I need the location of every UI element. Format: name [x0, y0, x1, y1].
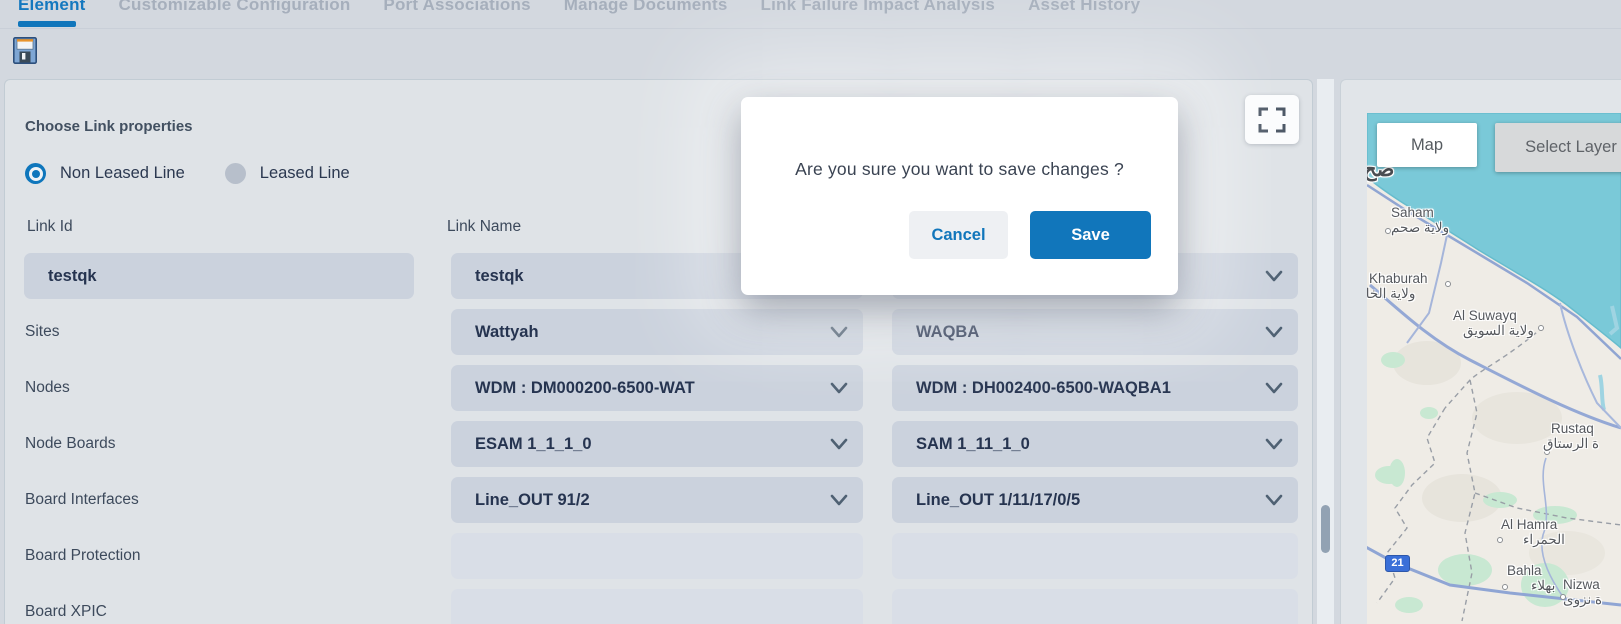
- scrollbar-thumb[interactable]: [1321, 505, 1330, 553]
- row-label-board-xpic: Board XPIC: [25, 589, 107, 624]
- section-title: Choose Link properties: [25, 118, 193, 135]
- toolbar: [0, 29, 1621, 79]
- chevron-down-icon: [829, 380, 849, 396]
- map-label-en: Saham: [1391, 205, 1434, 220]
- town-marker-al-suwayq: [1538, 325, 1544, 331]
- radio-label-non-leased: Non Leased Line: [60, 164, 185, 183]
- map-label-en: Nizwa: [1563, 577, 1600, 592]
- map-label-en: Khaburah: [1367, 271, 1428, 286]
- map-label-ar: ولاية صحم: [1391, 220, 1449, 236]
- chevron-down-icon: [1264, 324, 1284, 340]
- board-interfaces-dropdown-a[interactable]: Line_OUT 91/2: [451, 477, 863, 523]
- row-label-board-interfaces: Board Interfaces: [25, 477, 139, 523]
- board-interfaces-dropdown-b[interactable]: Line_OUT 1/11/17/0/5: [892, 477, 1298, 523]
- save-button[interactable]: Save: [1030, 211, 1151, 259]
- chevron-down-icon: [1264, 268, 1284, 284]
- tab-port-associations[interactable]: Port Associations: [383, 0, 530, 23]
- select-layer-button[interactable]: Select Layer: [1495, 123, 1621, 172]
- chevron-down-icon: [1264, 492, 1284, 508]
- map-label-ar: ة الرستاق: [1543, 436, 1599, 452]
- map-label-bahla: Bahla بهلاء: [1507, 563, 1555, 594]
- node-boards-dropdown-a[interactable]: ESAM 1_1_1_0: [451, 421, 863, 467]
- map-label-al-hamra: Al Hamra الحمراء: [1501, 517, 1565, 548]
- dialog-buttons: Cancel Save: [909, 211, 1151, 259]
- save-icon[interactable]: [13, 37, 37, 64]
- chevron-down-icon: [829, 492, 849, 508]
- map-label-en: Bahla: [1507, 563, 1542, 578]
- node-boards-value-a: ESAM 1_1_1_0: [475, 435, 592, 453]
- chevron-down-icon: [1264, 380, 1284, 396]
- map-label-khaburah: Khaburah ولاية الخابو: [1367, 271, 1428, 302]
- dialog-message: Are you sure you want to save changes ?: [741, 159, 1178, 180]
- map-graphic: [1367, 113, 1621, 624]
- link-type-radio-group: Non Leased Line Leased Line: [25, 163, 376, 184]
- map-label-en: Al Hamra: [1501, 517, 1557, 532]
- radio-label-leased: Leased Line: [260, 164, 350, 183]
- map-label-saham: Saham ولاية صحم: [1391, 205, 1449, 236]
- map-label-ar: الحمراء: [1501, 532, 1565, 548]
- link-name-label: Link Name: [447, 218, 521, 236]
- map-label-ar: ولاية الخابو: [1367, 286, 1428, 302]
- row-label-board-protection: Board Protection: [25, 533, 140, 579]
- save-confirmation-dialog: Are you sure you want to save changes ? …: [741, 97, 1178, 295]
- tab-element[interactable]: Element: [18, 0, 86, 23]
- row-label-sites: Sites: [25, 309, 59, 355]
- tab-asset-history[interactable]: Asset History: [1028, 0, 1140, 23]
- sites-dropdown-a[interactable]: Wattyah: [451, 309, 863, 355]
- chevron-down-icon: [1264, 436, 1284, 452]
- tab-link-failure-impact-analysis[interactable]: Link Failure Impact Analysis: [761, 0, 996, 23]
- chevron-down-icon: [829, 324, 849, 340]
- link-id-label: Link Id: [27, 218, 73, 236]
- board-interfaces-value-b: Line_OUT 1/11/17/0/5: [916, 491, 1080, 509]
- node-boards-value-b: SAM 1_11_1_0: [916, 435, 1030, 453]
- chevron-down-icon: [829, 436, 849, 452]
- sites-dropdown-b[interactable]: WAQBA: [892, 309, 1298, 355]
- row-label-node-boards: Node Boards: [25, 421, 115, 467]
- board-xpic-field-b[interactable]: [892, 589, 1298, 624]
- link-id-input[interactable]: testqk: [24, 253, 414, 299]
- map-label-al-suwayq: Al Suwayq ولاية السويق: [1453, 308, 1534, 339]
- tab-manage-documents[interactable]: Manage Documents: [564, 0, 728, 23]
- town-marker-khaburah: [1445, 281, 1451, 287]
- radio-non-leased-line[interactable]: [25, 163, 46, 184]
- active-tab-underline: [18, 21, 76, 27]
- tab-customizable-configuration[interactable]: Customizable Configuration: [119, 0, 351, 23]
- route-badge-21: 21: [1385, 555, 1410, 572]
- fullscreen-icon: [1258, 107, 1286, 133]
- map-label-ar: ة نزوى: [1563, 592, 1602, 608]
- board-xpic-field-a[interactable]: [451, 589, 863, 624]
- board-interfaces-value-a: Line_OUT 91/2: [475, 491, 590, 509]
- map-view[interactable]: Map Select Layer صح Saham ولاية صحم Khab…: [1367, 113, 1621, 624]
- sites-value-a: Wattyah: [475, 323, 539, 341]
- node-boards-dropdown-b[interactable]: SAM 1_11_1_0: [892, 421, 1298, 467]
- board-protection-field-a[interactable]: [451, 533, 863, 579]
- map-type-button[interactable]: Map: [1377, 123, 1477, 167]
- map-label-en: Rustaq: [1543, 421, 1594, 436]
- map-label-nizwa: Nizwa ة نزوى: [1563, 577, 1602, 608]
- nodes-dropdown-a[interactable]: WDM : DM000200-6500-WAT: [451, 365, 863, 411]
- map-label-en: Al Suwayq: [1453, 308, 1517, 323]
- fullscreen-button[interactable]: [1245, 95, 1299, 144]
- map-label-ar: ولاية السويق: [1453, 323, 1534, 339]
- board-protection-field-b[interactable]: [892, 533, 1298, 579]
- row-label-nodes: Nodes: [25, 365, 70, 411]
- map-label-ar: بهلاء: [1507, 578, 1555, 594]
- nodes-dropdown-b[interactable]: WDM : DH002400-6500-WAQBA1: [892, 365, 1298, 411]
- cancel-button[interactable]: Cancel: [909, 211, 1008, 259]
- radio-leased-line[interactable]: [225, 163, 246, 184]
- map-label-rustaq: Rustaq ة الرستاق: [1543, 421, 1599, 452]
- nodes-value-a: WDM : DM000200-6500-WAT: [475, 379, 695, 397]
- nodes-value-b: WDM : DH002400-6500-WAQBA1: [916, 379, 1171, 397]
- tab-bar: Element Customizable Configuration Port …: [0, 0, 1621, 29]
- vertical-scrollbar[interactable]: [1317, 79, 1334, 624]
- sites-value-b: WAQBA: [916, 323, 979, 341]
